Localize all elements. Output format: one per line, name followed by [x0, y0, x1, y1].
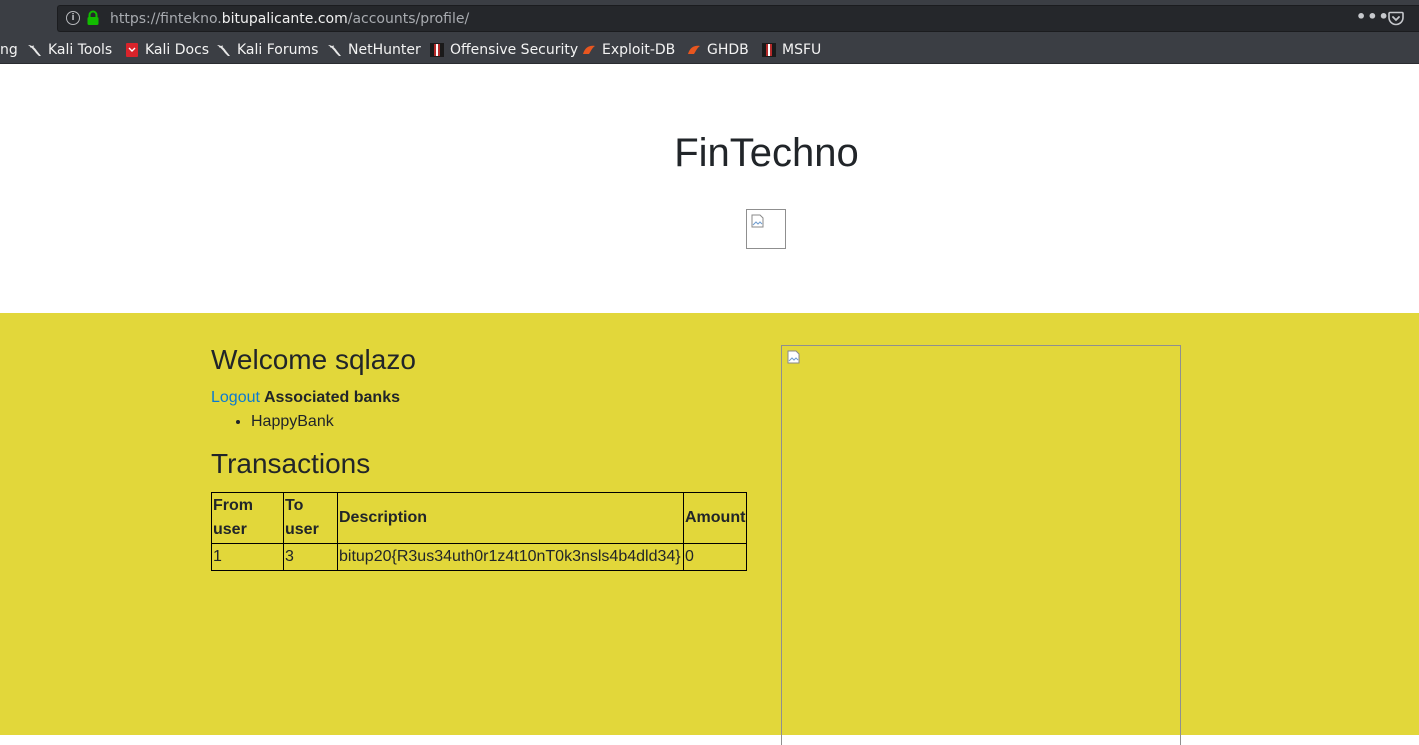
- bookmark-msfu[interactable]: MSFU: [761, 41, 821, 59]
- welcome-heading: Welcome sqlazo: [211, 344, 416, 375]
- bookmark-nethunter[interactable]: NetHunter: [327, 41, 421, 59]
- browser-toolbar: i https://fintekno.bitupalicante.com/acc…: [0, 0, 1419, 36]
- bookmark-exploit-db[interactable]: Exploit-DB: [581, 41, 675, 59]
- lock-icon[interactable]: [86, 10, 100, 26]
- info-icon[interactable]: i: [66, 11, 80, 25]
- exploitdb-icon: [688, 45, 700, 54]
- site-header: FinTechno: [0, 65, 1419, 313]
- column-header: To user: [283, 492, 338, 544]
- bookmark-kali-forums[interactable]: Kali Forums: [216, 41, 318, 59]
- column-header: From user: [211, 492, 284, 544]
- bookmark-kali-docs[interactable]: Kali Docs: [124, 41, 209, 59]
- column-header: Amount: [682, 492, 748, 544]
- pocket-icon[interactable]: [1388, 11, 1404, 26]
- account-links-row: Logout Associated banks: [211, 388, 400, 408]
- offsec-icon: [430, 43, 444, 57]
- kali-dragon-icon: [217, 45, 230, 56]
- bookmark-ghdb[interactable]: GHDB: [686, 41, 749, 59]
- table-cell: bitup20{R3us34uth0r1z4t10nT0k3nsls4b4dld…: [337, 543, 684, 571]
- bookmark-getting-started[interactable]: ng: [0, 41, 18, 59]
- bookmark-offensive-security[interactable]: Offensive Security: [429, 41, 578, 59]
- column-header: Description: [337, 492, 684, 544]
- bank-list: HappyBank: [211, 412, 334, 432]
- table-cell: 3: [283, 543, 338, 571]
- broken-image-icon: [787, 350, 800, 364]
- associated-banks-label: Associated banks: [263, 389, 400, 406]
- url-bar[interactable]: i https://fintekno.bitupalicante.com/acc…: [57, 5, 1419, 32]
- list-item: HappyBank: [251, 412, 334, 432]
- bookmark-kali-tools[interactable]: Kali Tools: [27, 41, 112, 59]
- table-cell: 0: [682, 543, 748, 571]
- page-actions-icon[interactable]: •••: [1356, 8, 1390, 26]
- broken-side-image: [781, 345, 1181, 745]
- broken-image-icon: [751, 214, 764, 228]
- kali-dragon-icon: [328, 45, 341, 56]
- url-text[interactable]: https://fintekno.bitupalicante.com/accou…: [110, 10, 469, 28]
- kali-docs-icon: [126, 43, 138, 57]
- exploitdb-icon: [583, 45, 595, 54]
- page-viewport: FinTechno Welcome sqlazo Logout Associate…: [0, 65, 1419, 745]
- table-header-row: From user To user Description Amount: [211, 492, 748, 544]
- profile-section: Welcome sqlazo LogoutAssociated banks Ha…: [0, 313, 1419, 745]
- logout-link[interactable]: Logout: [211, 389, 260, 406]
- table-row: 1 3 bitup20{R3us34uth0r1z4t10nT0k3nsls4b…: [211, 543, 748, 571]
- offsec-icon: [762, 43, 776, 57]
- broken-logo-image: [746, 209, 786, 249]
- transactions-heading: Transactions: [211, 448, 371, 479]
- site-title: FinTechno: [674, 131, 859, 175]
- transactions-table: From user To user Description Amount 1 3…: [211, 492, 748, 571]
- table-cell: 1: [211, 543, 284, 571]
- bookmarks-toolbar: ng Kali Tools Kali Docs Kali Forums NetH…: [0, 36, 1419, 64]
- kali-dragon-icon: [28, 45, 41, 56]
